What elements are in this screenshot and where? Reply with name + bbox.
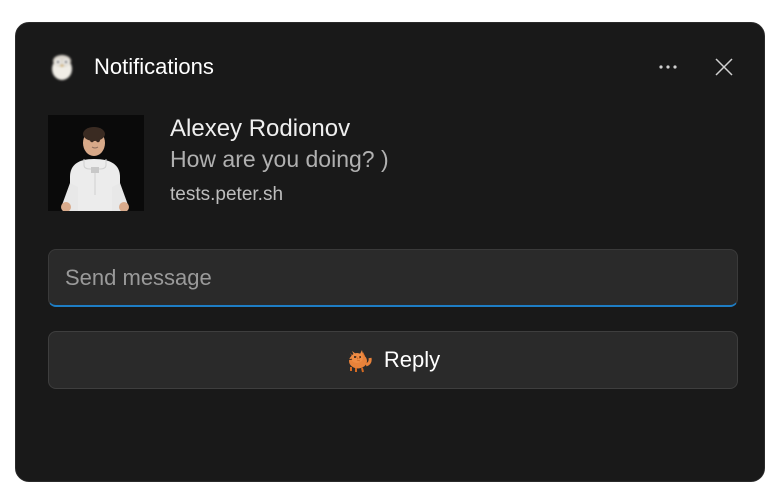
message-preview: How are you doing? ): [170, 146, 389, 173]
notification-content: Alexey Rodionov How are you doing? ) tes…: [48, 115, 738, 211]
close-icon[interactable]: [710, 53, 738, 81]
more-icon[interactable]: [654, 53, 682, 81]
reply-button[interactable]: Reply: [48, 331, 738, 389]
header-title: Notifications: [94, 54, 654, 80]
input-container: [48, 249, 738, 307]
source-link: tests.peter.sh: [170, 184, 389, 206]
reply-label: Reply: [384, 347, 440, 373]
sender-name: Alexey Rodionov: [170, 115, 389, 143]
header-actions: [654, 53, 738, 81]
app-icon: [48, 53, 76, 81]
notification-text: Alexey Rodionov How are you doing? ) tes…: [170, 115, 389, 211]
avatar: [48, 115, 144, 211]
message-input[interactable]: [48, 249, 738, 307]
notification-card: Notifications: [15, 22, 765, 482]
cat-icon: [346, 347, 372, 373]
header: Notifications: [48, 43, 738, 91]
